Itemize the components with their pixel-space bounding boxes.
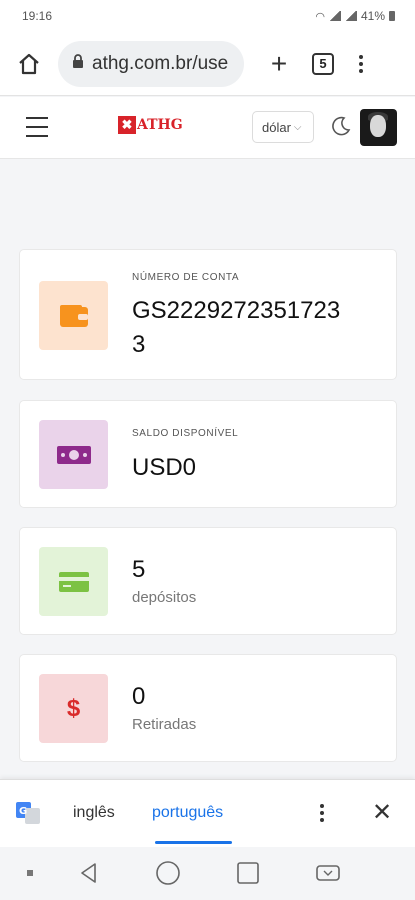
withdrawals-count: 0 — [132, 683, 146, 710]
account-number-line2: 3 — [132, 331, 146, 358]
credit-card-icon-box — [39, 547, 108, 616]
deposits-count: 5 — [132, 556, 146, 583]
balance-value: USD0 — [132, 454, 197, 481]
svg-text:G: G — [19, 806, 27, 817]
battery-percent: 41% — [360, 9, 385, 23]
lock-icon — [72, 53, 84, 74]
withdrawals-label: Retiradas — [132, 716, 197, 733]
signal-icon-2 — [344, 11, 357, 21]
avatar[interactable] — [360, 109, 397, 146]
lang-option-portuguese[interactable]: português — [152, 804, 223, 822]
lang-option-english[interactable]: inglês — [73, 804, 115, 822]
logo-mark: ✖ — [118, 116, 136, 134]
withdrawals-card: $ 0 Retiradas — [19, 654, 397, 762]
selected-lang-indicator — [155, 841, 232, 844]
address-bar[interactable]: athg.com.br/use — [58, 40, 244, 87]
account-number-line1: GS2229272351723 — [132, 297, 341, 324]
url-text: athg.com.br/use — [92, 52, 229, 74]
wifi-icon: ◠ — [315, 10, 325, 23]
app-header: ✖ ATHG dólar ⌵ — [0, 97, 415, 159]
system-nav-bar — [0, 847, 415, 900]
signal-icon — [328, 11, 341, 21]
logo[interactable]: ✖ ATHG — [118, 116, 183, 134]
deposits-card: 5 depósitos — [19, 527, 397, 635]
currency-select[interactable]: dólar ⌵ — [252, 111, 314, 143]
recents-icon[interactable] — [234, 859, 262, 887]
home-circle-icon[interactable] — [154, 859, 182, 887]
card-label: NÚMERO DE CONTA — [132, 272, 240, 283]
money-icon — [56, 445, 91, 464]
close-translate-button[interactable]: ✕ — [372, 801, 392, 825]
new-tab-button[interactable]: + — [264, 48, 294, 79]
dot-icon — [16, 859, 44, 887]
deposits-label: depósitos — [132, 589, 197, 606]
chevron-down-icon: ⌵ — [293, 121, 302, 133]
balance-card: SALDO DISPONÍVEL USD0 — [19, 400, 397, 508]
translate-bar: G inglês português ✕ — [0, 779, 415, 847]
status-icons: ◠ 41% — [315, 9, 395, 23]
hamburger-menu-icon[interactable] — [26, 117, 48, 137]
browser-menu-icon[interactable] — [356, 54, 366, 73]
translate-menu-icon[interactable] — [318, 804, 326, 822]
home-icon[interactable] — [14, 49, 44, 79]
back-icon[interactable] — [75, 859, 103, 887]
dollar-icon: $ — [66, 694, 81, 722]
wallet-icon — [59, 304, 88, 327]
tab-switcher-button[interactable]: 5 — [312, 52, 334, 75]
google-translate-icon[interactable]: G — [16, 802, 40, 824]
rotate-screen-icon[interactable] — [314, 859, 342, 887]
logo-text: ATHG — [137, 117, 183, 133]
currency-value: dólar — [262, 119, 291, 135]
browser-toolbar: athg.com.br/use + 5 — [0, 32, 415, 96]
dollar-icon-box: $ — [39, 674, 108, 743]
credit-card-icon — [58, 571, 89, 592]
battery-icon — [389, 11, 395, 21]
wallet-icon-box — [39, 281, 108, 350]
status-time: 19:16 — [22, 9, 53, 23]
money-icon-box — [39, 420, 108, 489]
account-number-card: NÚMERO DE CONTA GS2229272351723 3 — [19, 249, 397, 380]
dark-mode-toggle-icon[interactable] — [330, 115, 352, 137]
status-bar: 19:16 ◠ 41% — [0, 0, 415, 32]
card-label: SALDO DISPONÍVEL — [132, 428, 239, 439]
